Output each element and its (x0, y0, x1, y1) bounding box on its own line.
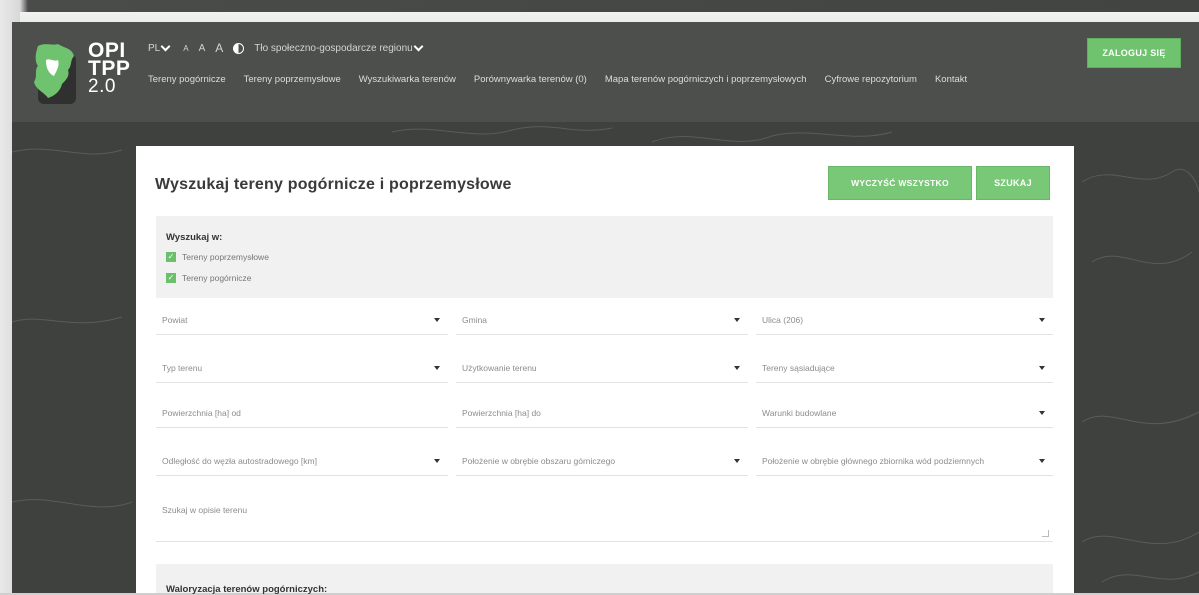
field-label: Położenie w obrębie głównego zbiornika w… (762, 456, 985, 466)
powiat-select[interactable]: Powiat (156, 306, 448, 335)
caret-down-icon (734, 459, 740, 463)
field-label: Warunki budowlane (762, 408, 837, 418)
caret-down-icon (1039, 411, 1045, 415)
field-label: Położenie w obrębie obszaru górniczego (462, 456, 616, 466)
font-size-small[interactable]: A (183, 44, 188, 53)
checkbox-label: Tereny poprzemysłowe (182, 252, 269, 262)
highway-distance-select[interactable]: Odległość do węzła autostradowego [km] (156, 447, 448, 476)
textarea-placeholder: Szukaj w opisie terenu (162, 505, 248, 515)
caret-down-icon (734, 366, 740, 370)
area-from-input[interactable]: Powierzchnia [ha] od (156, 399, 448, 428)
checkbox-label: Tereny pogórnicze (182, 273, 252, 283)
caret-down-icon (1039, 318, 1045, 322)
terrain-type-select[interactable]: Typ terenu (156, 354, 448, 383)
region-select[interactable]: Tło społeczno-gospodarcze regionu (254, 41, 425, 54)
nav-item-repository[interactable]: Cyfrowe repozytorium (825, 74, 917, 85)
logo-text: OPI TPP 2.0 (88, 40, 130, 97)
search-button[interactable]: SZUKAJ (976, 166, 1050, 200)
checkbox-post-industrial[interactable]: ✓ Tereny poprzemysłowe (166, 252, 269, 262)
nav-item-map[interactable]: Mapa terenów pogórniczych i poprzemysłow… (605, 74, 807, 85)
search-in-label: Wyszukaj w: (166, 232, 223, 243)
field-label: Gmina (462, 315, 488, 325)
checkmark-icon: ✓ (166, 273, 176, 283)
caret-down-icon (1039, 366, 1045, 370)
font-size-medium[interactable]: A (199, 43, 206, 54)
clear-all-button[interactable]: WYCZYŚĆ WSZYSTKO (828, 166, 972, 200)
search-panel: Wyszukaj tereny pogórnicze i poprzemysło… (136, 146, 1074, 595)
caret-down-icon (434, 366, 440, 370)
field-label: Typ terenu (162, 363, 203, 373)
region-map-icon (34, 44, 76, 104)
building-conditions-select[interactable]: Warunki budowlane (756, 399, 1053, 428)
logo-version: 2.0 (88, 76, 116, 97)
field-label: Tereny sąsiadujące (762, 363, 835, 373)
checkbox-post-mining[interactable]: ✓ Tereny pogórnicze (166, 273, 251, 283)
chevron-down-icon (160, 41, 171, 51)
field-label: Powierzchnia [ha] od (162, 408, 241, 418)
caret-down-icon (734, 318, 740, 322)
field-label: Powierzchnia [ha] do (462, 408, 541, 418)
nav-item-contact[interactable]: Kontakt (935, 74, 967, 85)
field-label: Odległość do węzła autostradowego [km] (162, 456, 317, 466)
neighbouring-select[interactable]: Tereny sąsiadujące (756, 354, 1053, 383)
street-select[interactable]: Ulica (206) (756, 306, 1053, 335)
region-select-label: Tło społeczno-gospodarcze regionu (254, 42, 413, 54)
groundwater-select[interactable]: Położenie w obrębie głównego zbiornika w… (756, 447, 1053, 476)
nav-item-search[interactable]: Wyszukiwarka terenów (359, 74, 456, 85)
mining-area-select[interactable]: Położenie w obrębie obszaru górniczego (456, 447, 748, 476)
gmina-select[interactable]: Gmina (456, 306, 748, 335)
resize-handle-icon[interactable] (1042, 530, 1049, 537)
main-nav: Tereny pogórnicze Tereny poprzemysłowe W… (148, 74, 967, 85)
checkmark-icon: ✓ (166, 252, 176, 262)
valorization-label: Waloryzacja terenów pogórniczych: (166, 584, 328, 595)
field-label: Użytkowanie terenu (462, 363, 537, 373)
logo[interactable]: OPI TPP 2.0 (32, 40, 132, 120)
nav-item-compare[interactable]: Porównywarka terenów (0) (474, 74, 587, 85)
land-use-select[interactable]: Użytkowanie terenu (456, 354, 748, 383)
field-label: Powiat (162, 315, 188, 325)
language-select[interactable]: PL (148, 41, 173, 54)
utility-bar: PL A A A Tło społeczno-gospodarcze regio… (148, 40, 426, 56)
search-in-box: Wyszukaj w: ✓ Tereny poprzemysłowe ✓ Ter… (156, 216, 1053, 298)
area-to-input[interactable]: Powierzchnia [ha] do (456, 399, 748, 428)
nav-item-post-mining[interactable]: Tereny pogórnicze (148, 74, 226, 85)
page-title: Wyszukaj tereny pogórnicze i poprzemysło… (155, 176, 512, 193)
nav-item-post-industrial[interactable]: Tereny poprzemysłowe (244, 74, 341, 85)
language-label: PL (148, 42, 161, 54)
caret-down-icon (434, 318, 440, 322)
login-button[interactable]: ZALOGUJ SIĘ (1087, 38, 1181, 68)
font-size-large[interactable]: A (215, 41, 223, 55)
contrast-icon[interactable] (233, 42, 245, 54)
valorization-box: Waloryzacja terenów pogórniczych: (156, 564, 1053, 595)
caret-down-icon (434, 459, 440, 463)
chevron-down-icon (413, 41, 424, 51)
caret-down-icon (1039, 459, 1045, 463)
field-label: Ulica (206) (762, 315, 804, 325)
description-search-textarea[interactable]: Szukaj w opisie terenu (156, 491, 1053, 542)
site-header: OPI TPP 2.0 PL A A A Tło społeczno-gospo… (12, 22, 1199, 122)
